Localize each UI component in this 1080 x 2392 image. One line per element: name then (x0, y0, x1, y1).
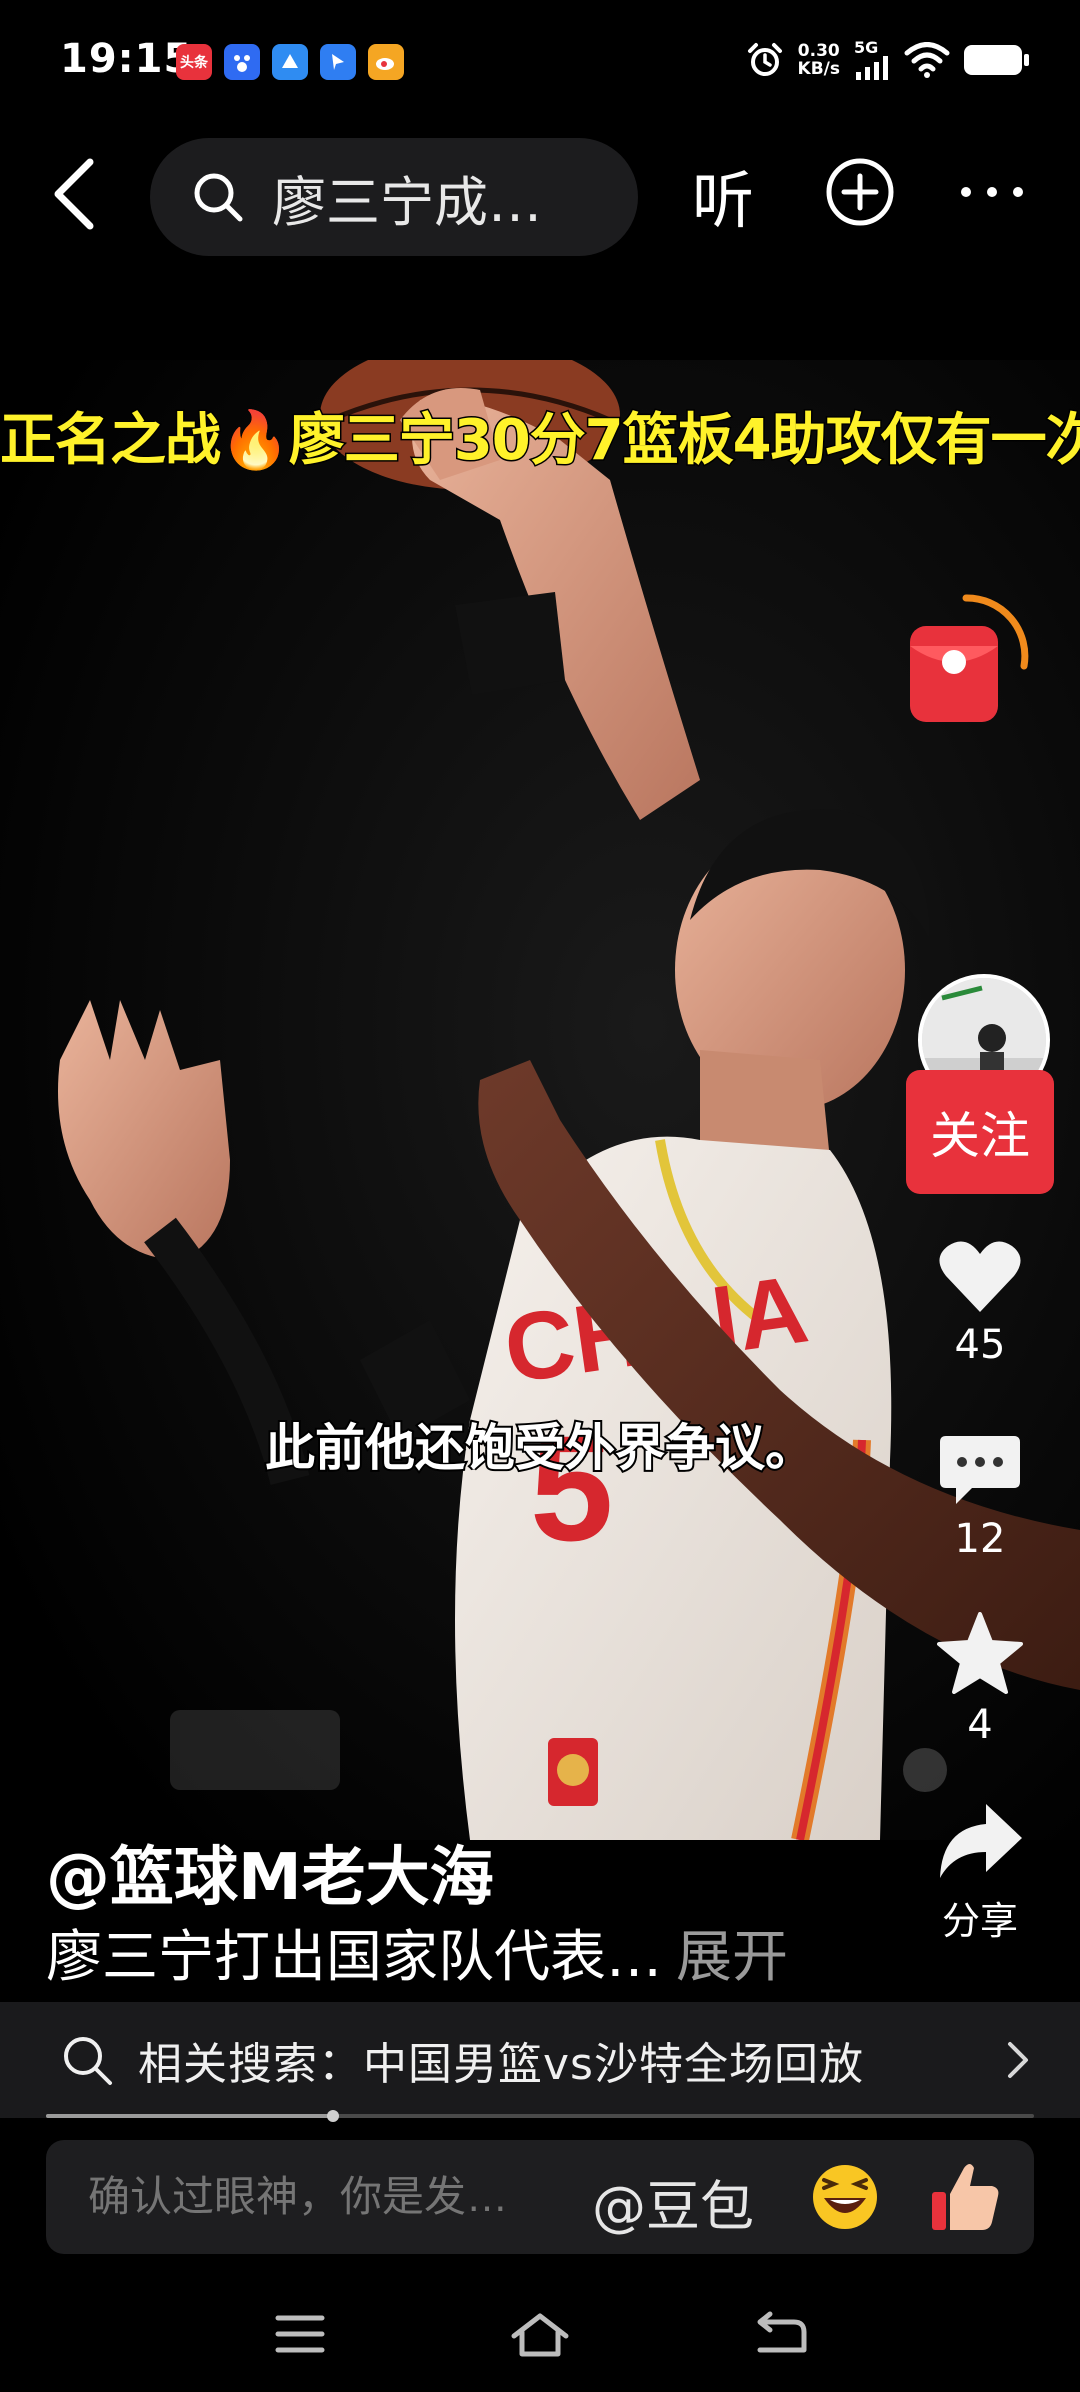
screen: 19:15 头条 0.30 KB/s 5G 廖三宁成… 听 5 正名之战🔥廖三宁… (0, 0, 1080, 2392)
video-title: 正名之战🔥廖三宁30分7篮板4助攻仅有一次失误 (0, 407, 1080, 475)
chevron-right-icon (1008, 2042, 1028, 2078)
add-icon[interactable] (824, 156, 896, 228)
more-icon[interactable] (960, 186, 1024, 198)
star-icon (937, 1612, 1023, 1694)
favorite-count: 4 (967, 1702, 993, 1748)
related-search-bar[interactable]: 相关搜索：中国男篮vs沙特全场回放 (0, 2002, 1080, 2118)
search-bar[interactable]: 廖三宁成… (150, 138, 638, 256)
baidu-icon (224, 44, 260, 80)
status-right: 0.30 KB/s 5G (746, 40, 1029, 80)
alarm-icon (747, 43, 782, 76)
system-nav-bar (0, 2270, 1080, 2392)
search-icon (194, 173, 243, 222)
favorite-button[interactable]: 4 (924, 1612, 1036, 1748)
share-label: 分享 (941, 1899, 1018, 1943)
video-subtitle: 此前他还饱受外界争议。 (263, 1417, 817, 1479)
back-icon[interactable] (46, 156, 106, 232)
cellular-signal: 5G (854, 40, 890, 80)
share-button[interactable]: 分享 (924, 1800, 1036, 1945)
comment-input[interactable] (86, 2172, 560, 2222)
search-icon (64, 2037, 112, 2085)
comment-bar: @豆包 (46, 2140, 1034, 2254)
status-time: 19:15 (60, 36, 193, 82)
video-description[interactable]: 廖三宁打出国家队代表… 展开 (46, 1912, 788, 1993)
video-progress-bar[interactable] (46, 2110, 1034, 2122)
heart-icon (939, 1241, 1021, 1312)
expand-link[interactable]: 展开 (676, 1925, 788, 1990)
wifi-icon (904, 42, 950, 78)
follow-button[interactable]: 关注 (906, 1070, 1054, 1194)
net-speed-unit: KB/s (797, 59, 840, 79)
share-icon (940, 1804, 1022, 1878)
lark-icon (320, 44, 356, 80)
browser-icon (272, 44, 308, 80)
net-speed-value: 0.30 (797, 41, 840, 61)
toutiao-icon: 头条 (176, 44, 212, 80)
menu-icon[interactable] (270, 2310, 330, 2358)
comment-button[interactable]: 12 (924, 1432, 1036, 1562)
emoji-icon[interactable] (810, 2162, 880, 2232)
net-speed: 0.30 KB/s (798, 42, 840, 78)
video-progress-knob[interactable] (326, 2110, 339, 2122)
red-packet-icon[interactable] (906, 586, 1036, 736)
network-type: 5G (854, 38, 879, 57)
status-bar: 19:15 头条 0.30 KB/s 5G (0, 0, 1080, 128)
top-nav: 廖三宁成… 听 (0, 128, 1080, 258)
weibo-icon (368, 44, 404, 80)
thumbs-up-icon[interactable] (928, 2158, 1002, 2234)
description-text: 廖三宁打出国家队代表… (46, 1925, 662, 1990)
comment-count: 12 (954, 1516, 1006, 1562)
like-button[interactable]: 45 (924, 1238, 1036, 1368)
video-progress-fill (46, 2114, 333, 2118)
related-search-label: 相关搜索：中国男篮vs沙特全场回放 (138, 2039, 864, 2090)
search-query: 廖三宁成… (272, 170, 542, 234)
signal-icon (856, 56, 888, 80)
battery-icon (964, 45, 1029, 75)
listen-button[interactable]: 听 (692, 150, 754, 240)
comment-icon (940, 1436, 1020, 1504)
like-count: 45 (954, 1322, 1006, 1368)
home-icon[interactable] (510, 2310, 570, 2358)
author-name[interactable]: @篮球M老大海 (46, 1826, 494, 1918)
back-nav-icon[interactable] (750, 2310, 810, 2358)
mention-doubao-button[interactable]: @豆包 (592, 2162, 754, 2241)
status-app-icons: 头条 (176, 44, 404, 80)
